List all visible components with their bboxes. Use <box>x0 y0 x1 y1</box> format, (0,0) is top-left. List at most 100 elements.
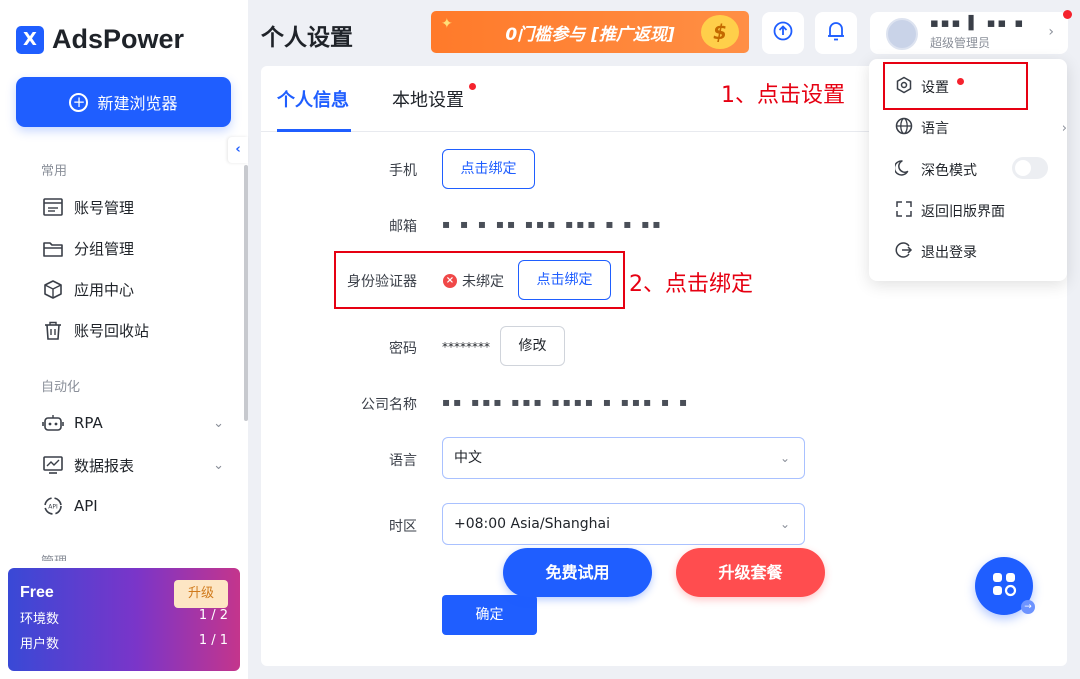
annotation-step-1: 1、点击设置 <box>721 83 845 108</box>
menu-item-logout[interactable]: 退出登录 <box>895 241 1055 263</box>
sidebar-item-label: 应用中心 <box>74 280 135 299</box>
svg-text:API: API <box>48 504 58 511</box>
account-list-icon <box>42 196 64 218</box>
section-label-automation: 自动化 <box>41 380 81 395</box>
promo-banner-text: 0门槛参与 [推广返现] <box>505 24 675 45</box>
chart-icon <box>42 454 64 476</box>
sidebar-item-groups[interactable]: 分组管理 <box>42 237 232 259</box>
plan-row-users: 用户数 1 / 1 <box>20 633 228 652</box>
new-browser-button[interactable]: + 新建浏览器 <box>16 77 231 127</box>
highlight-box-settings <box>883 62 1028 110</box>
cube-icon <box>42 278 64 300</box>
plan-row-label: 用户数 <box>20 637 60 652</box>
chevron-down-icon: ⌄ <box>779 451 790 465</box>
language-select[interactable]: 中文 ⌄ <box>442 437 805 479</box>
arrow-right-icon: → <box>1021 600 1035 614</box>
plan-row-label: 环境数 <box>20 612 60 627</box>
menu-item-legacy-ui[interactable]: 返回旧版界面 <box>895 200 1055 222</box>
user-role: 超级管理员 <box>930 36 991 50</box>
avatar <box>886 18 918 50</box>
page-title: 个人设置 <box>261 25 353 51</box>
sidebar-item-label: 分组管理 <box>74 239 135 258</box>
active-tab-indicator <box>277 129 351 132</box>
password-value: ******** <box>442 340 490 354</box>
confirm-button[interactable]: 确定 <box>442 595 537 635</box>
sync-button[interactable] <box>762 12 804 54</box>
adspower-logo-icon: X <box>16 25 44 54</box>
menu-item-label: 返回旧版界面 <box>921 204 1005 220</box>
company-value: ▪▪ ▪▪▪ ▪▪▪ ▪▪▪▪ ▪ ▪▪▪ ▪ ▪ <box>442 395 691 409</box>
section-label-common: 常用 <box>41 164 68 179</box>
plan-row-value: 1 / 1 <box>198 633 228 648</box>
user-name: ▪▪▪ ▌ ▪▪ ▪ <box>930 16 1026 31</box>
annotation-step-2: 2、点击绑定 <box>629 272 753 297</box>
trash-icon <box>42 319 64 341</box>
app-name: AdsPower <box>52 24 185 54</box>
folder-icon <box>42 237 64 259</box>
sync-icon <box>772 20 794 46</box>
chevron-down-icon: ⌄ <box>213 415 224 431</box>
tab-local-settings[interactable]: 本地设置 <box>392 86 464 112</box>
bell-icon <box>826 20 846 46</box>
plan-row-value: 1 / 2 <box>198 608 228 623</box>
tab-personal-info[interactable]: 个人信息 <box>277 86 349 112</box>
timezone-label: 时区 <box>389 519 417 535</box>
sidebar-item-label: 数据报表 <box>74 456 135 475</box>
language-select-value: 中文 <box>454 450 482 466</box>
chevron-down-icon: ⌄ <box>779 517 790 531</box>
logout-icon <box>895 241 913 263</box>
menu-item-label: 语言 <box>921 121 949 137</box>
sidebar-item-app-center[interactable]: 应用中心 <box>42 278 232 300</box>
sidebar-item-label: 账号管理 <box>74 198 135 217</box>
email-label: 邮箱 <box>389 219 417 235</box>
app-logo[interactable]: X AdsPower <box>16 24 184 55</box>
moon-icon <box>893 159 913 181</box>
timezone-select[interactable]: +08:00 Asia/Shanghai ⌄ <box>442 503 805 545</box>
plus-circle-icon: + <box>69 92 89 112</box>
api-icon: API <box>42 495 64 517</box>
promo-banner[interactable]: ✦ 0门槛参与 [推广返现] $ <box>431 11 749 53</box>
sidebar-item-rpa[interactable]: RPA ⌄ <box>42 412 232 434</box>
menu-item-label: 退出登录 <box>921 245 977 261</box>
chevron-right-icon: › <box>1048 24 1054 40</box>
plan-row-envs: 环境数 1 / 2 <box>20 608 228 627</box>
section-label-management: 管理 <box>41 551 67 561</box>
sidebar-item-label: API <box>74 497 98 515</box>
plan-card: Free 升级 环境数 1 / 2 用户数 1 / 1 <box>8 568 240 671</box>
timezone-select-value: +08:00 Asia/Shanghai <box>454 516 611 532</box>
notifications-button[interactable] <box>815 12 857 54</box>
language-label: 语言 <box>389 453 417 469</box>
company-label: 公司名称 <box>361 397 417 413</box>
coin-icon: $ <box>701 15 739 49</box>
sidebar-item-label: RPA <box>74 414 103 432</box>
sidebar-item-reports[interactable]: 数据报表 ⌄ <box>42 454 232 476</box>
email-value: ▪ ▪ ▪ ▪▪ ▪▪▪ ▪▪▪ ▪ ▪ ▪▪ <box>442 217 664 231</box>
sidebar-item-api[interactable]: API API <box>42 495 232 517</box>
sidebar-item-recycle-bin[interactable]: 账号回收站 <box>42 319 232 341</box>
highlight-box-authenticator <box>334 251 625 309</box>
sidebar-scrollbar[interactable] <box>244 165 248 421</box>
bind-phone-button[interactable]: 点击绑定 <box>442 149 535 189</box>
upgrade-plan-button[interactable]: 升级套餐 <box>676 548 825 597</box>
sidebar: X AdsPower + 新建浏览器 常用 账号管理 分组管理 应用中心 账号回… <box>0 0 248 679</box>
collapse-sidebar-button[interactable]: ‹ <box>228 137 248 163</box>
password-label: 密码 <box>389 341 417 357</box>
robot-icon <box>42 412 64 434</box>
free-trial-button[interactable]: 免费试用 <box>503 548 652 597</box>
star-icon: ✦ <box>441 16 453 32</box>
change-password-button[interactable]: 修改 <box>500 326 565 366</box>
tab-notification-dot <box>469 83 476 90</box>
sidebar-item-accounts[interactable]: 账号管理 <box>42 196 232 218</box>
switch-version-icon <box>895 200 913 222</box>
user-profile-button[interactable]: ▪▪▪ ▌ ▪▪ ▪ 超级管理员 › <box>870 10 1072 54</box>
globe-icon <box>895 117 913 139</box>
notification-dot <box>1063 10 1072 19</box>
phone-label: 手机 <box>389 163 417 179</box>
dark-mode-toggle[interactable] <box>1012 157 1048 179</box>
menu-item-language[interactable]: 语言 › <box>895 117 1067 139</box>
chevron-down-icon: ⌄ <box>213 457 224 473</box>
sidebar-item-label: 账号回收站 <box>74 321 150 340</box>
chevron-right-icon: › <box>1061 120 1067 136</box>
menu-item-label: 深色模式 <box>921 163 977 179</box>
plan-upgrade-button[interactable]: 升级 <box>174 580 228 608</box>
